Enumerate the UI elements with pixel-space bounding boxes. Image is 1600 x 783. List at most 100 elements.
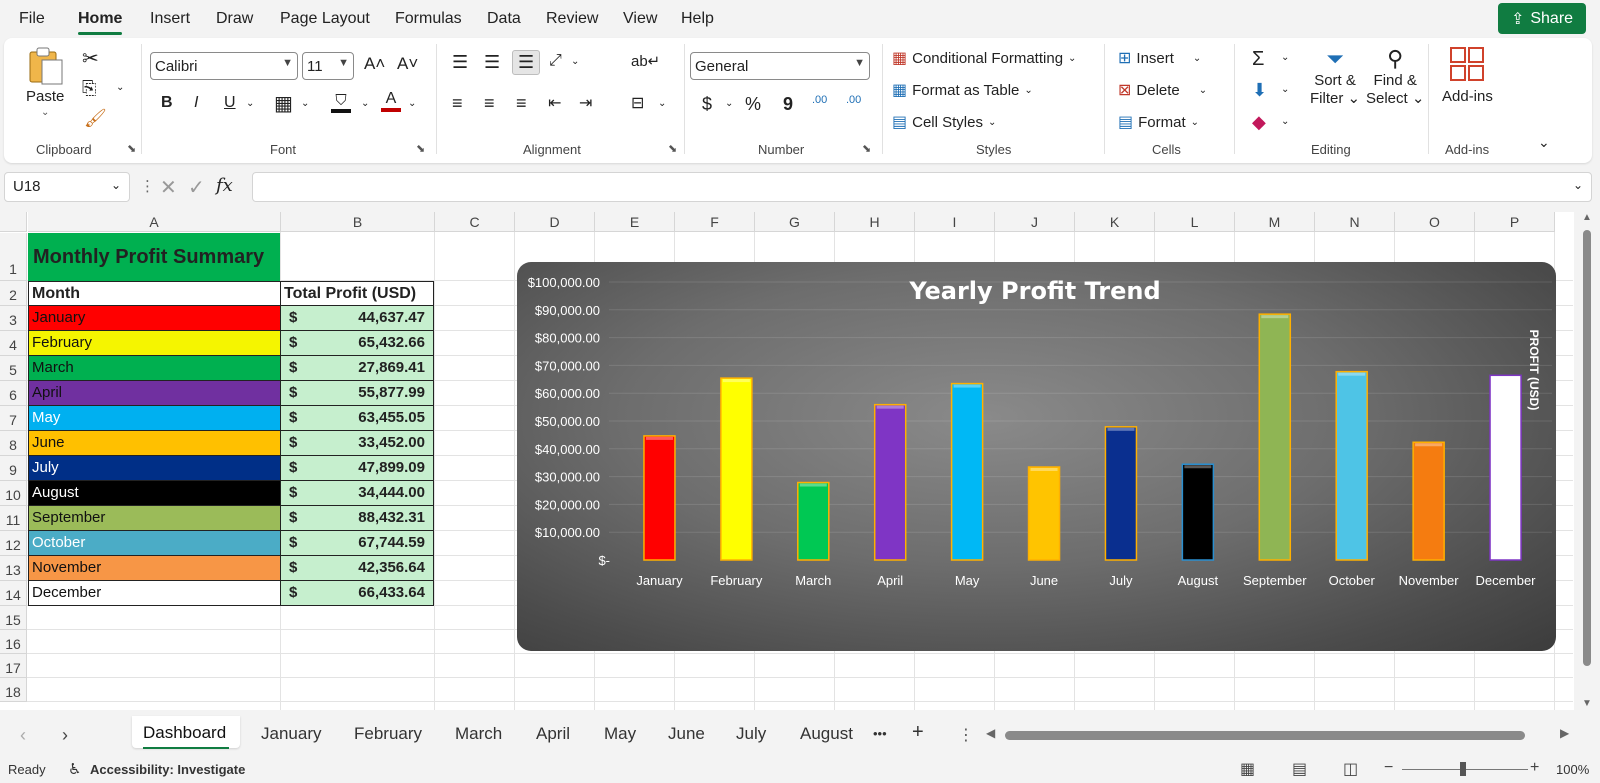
align-right-icon[interactable]: ≡ [516,93,527,114]
format-cells-button[interactable]: ▤ Format ⌄ [1118,112,1199,132]
bar[interactable] [873,403,907,561]
bar[interactable] [1181,463,1215,561]
clipboard-launcher-icon[interactable]: ⬊ [127,142,136,155]
row-header[interactable]: 7 [0,406,27,431]
row-header[interactable]: 11 [0,506,27,531]
bar[interactable] [643,435,676,561]
profit-cell[interactable]: $47,899.09 [280,456,434,481]
more-sheets-button[interactable]: ••• [873,726,887,741]
font-size-select[interactable]: 11 ▼ [302,52,354,80]
chevron-down-icon[interactable]: ⌄ [301,98,309,109]
menu-insert[interactable]: Insert [150,10,190,28]
row-header[interactable]: 13 [0,556,27,581]
column-header[interactable]: E [595,212,675,232]
name-box[interactable]: U18 ⌄ [4,172,130,202]
page-break-view-icon[interactable]: ◫ [1343,759,1358,779]
column-header[interactable]: I [915,212,995,232]
font-color-button[interactable]: A [381,90,401,112]
column-header[interactable]: D [515,212,595,232]
scroll-down-icon[interactable]: ▼ [1582,698,1592,709]
row-header[interactable]: 17 [0,654,27,678]
increase-indent-icon[interactable]: ⇥ [579,93,592,113]
insert-function-button[interactable]: fx [216,175,233,196]
page-layout-view-icon[interactable]: ▤ [1292,759,1307,779]
comma-style-button[interactable]: 9 [783,94,793,115]
bar[interactable] [1412,441,1445,561]
sort-filter-button[interactable]: ⏷ Sort & Filter ⌄ [1310,46,1360,107]
confirm-icon[interactable]: ✓ [188,175,205,200]
menu-draw[interactable]: Draw [216,10,253,28]
chevron-down-icon[interactable]: ⌄ [1281,116,1289,127]
column-header[interactable]: K [1075,212,1155,232]
month-cell[interactable]: June [28,431,281,456]
chevron-down-icon[interactable]: ⌄ [361,98,369,109]
tab-february[interactable]: February [354,724,422,744]
tab-options-icon[interactable]: ⋮ [958,725,974,745]
scroll-up-icon[interactable]: ▲ [1582,212,1592,223]
copy-icon[interactable]: ⎘ [82,78,96,99]
decrease-decimal-button[interactable]: .00 [846,94,861,106]
delete-cells-button[interactable]: ⊠ Delete ⌄ [1118,80,1207,100]
bold-button[interactable]: B [161,94,173,112]
wrap-text-icon[interactable]: ab↵ [631,52,660,70]
profit-cell[interactable]: $44,637.47 [280,306,434,331]
column-header[interactable]: B [281,212,435,232]
increase-font-icon[interactable]: A˄ [364,54,385,74]
prev-sheet-icon[interactable]: ‹ [20,725,26,746]
vertical-scroll-thumb[interactable] [1583,230,1591,666]
accessibility-status[interactable]: Accessibility: Investigate [90,762,245,777]
copy-chevron-icon[interactable]: ⌄ [116,82,124,93]
column-header[interactable]: G [755,212,835,232]
menu-help[interactable]: Help [681,10,714,28]
scroll-right-icon[interactable]: ▶ [1560,726,1569,740]
profit-cell[interactable]: $33,452.00 [280,431,434,456]
column-header[interactable]: J [995,212,1075,232]
profit-cell[interactable]: $66,433.64 [280,581,434,606]
menu-file[interactable]: File [19,10,45,28]
bar[interactable] [1258,313,1292,561]
zoom-out-icon[interactable]: − [1384,759,1393,777]
clear-icon[interactable]: ◆ [1252,112,1266,133]
underline-button[interactable]: U [224,94,236,112]
conditional-formatting-button[interactable]: ▦ Conditional Formatting ⌄ [892,48,1076,68]
month-cell[interactable]: February [28,331,281,356]
tab-august[interactable]: August [800,724,853,744]
bar[interactable] [720,377,753,561]
menu-data[interactable]: Data [487,10,521,28]
month-cell[interactable]: March [28,356,281,381]
font-name-select[interactable]: Calibri ▼ [150,52,298,80]
find-select-button[interactable]: ⚲ Find & Select ⌄ [1366,46,1424,107]
column-header[interactable]: P [1475,212,1555,232]
profit-cell[interactable]: $34,444.00 [280,481,434,506]
month-cell[interactable]: April [28,381,281,406]
profit-cell[interactable]: $63,455.05 [280,406,434,431]
row-header[interactable]: 4 [0,331,27,356]
align-top-icon[interactable]: ☰ [452,52,468,73]
bar[interactable] [950,382,984,561]
format-painter-icon[interactable]: 🖌 [84,108,107,129]
row-header[interactable]: 16 [0,630,27,654]
menu-formulas[interactable]: Formulas [395,10,462,28]
currency-button[interactable]: $ [702,94,712,115]
percent-button[interactable]: % [745,94,761,115]
tab-march[interactable]: March [455,724,502,744]
profit-cell[interactable]: $65,432.66 [280,331,434,356]
profit-cell[interactable]: $27,869.41 [280,356,434,381]
bar[interactable] [1335,370,1368,561]
profit-cell[interactable]: $42,356.64 [280,556,434,581]
row-header[interactable]: 2 [0,281,27,306]
tab-april[interactable]: April [536,724,570,744]
column-header[interactable]: A [28,212,281,232]
more-options-icon[interactable]: ⋮ [140,177,155,195]
header-profit-cell[interactable]: Total Profit (USD) [280,281,434,306]
zoom-slider-thumb[interactable] [1460,762,1466,776]
merge-center-icon[interactable]: ⊟ [631,93,644,113]
profit-cell[interactable]: $67,744.59 [280,531,434,556]
align-bottom-icon[interactable]: ☰ [512,50,541,75]
month-cell[interactable]: May [28,406,281,431]
zoom-level[interactable]: 100% [1556,762,1589,777]
chevron-down-icon[interactable]: ⌄ [658,98,666,109]
tab-january[interactable]: January [261,724,321,744]
menu-review[interactable]: Review [546,10,598,28]
profit-cell[interactable]: $88,432.31 [280,506,434,531]
